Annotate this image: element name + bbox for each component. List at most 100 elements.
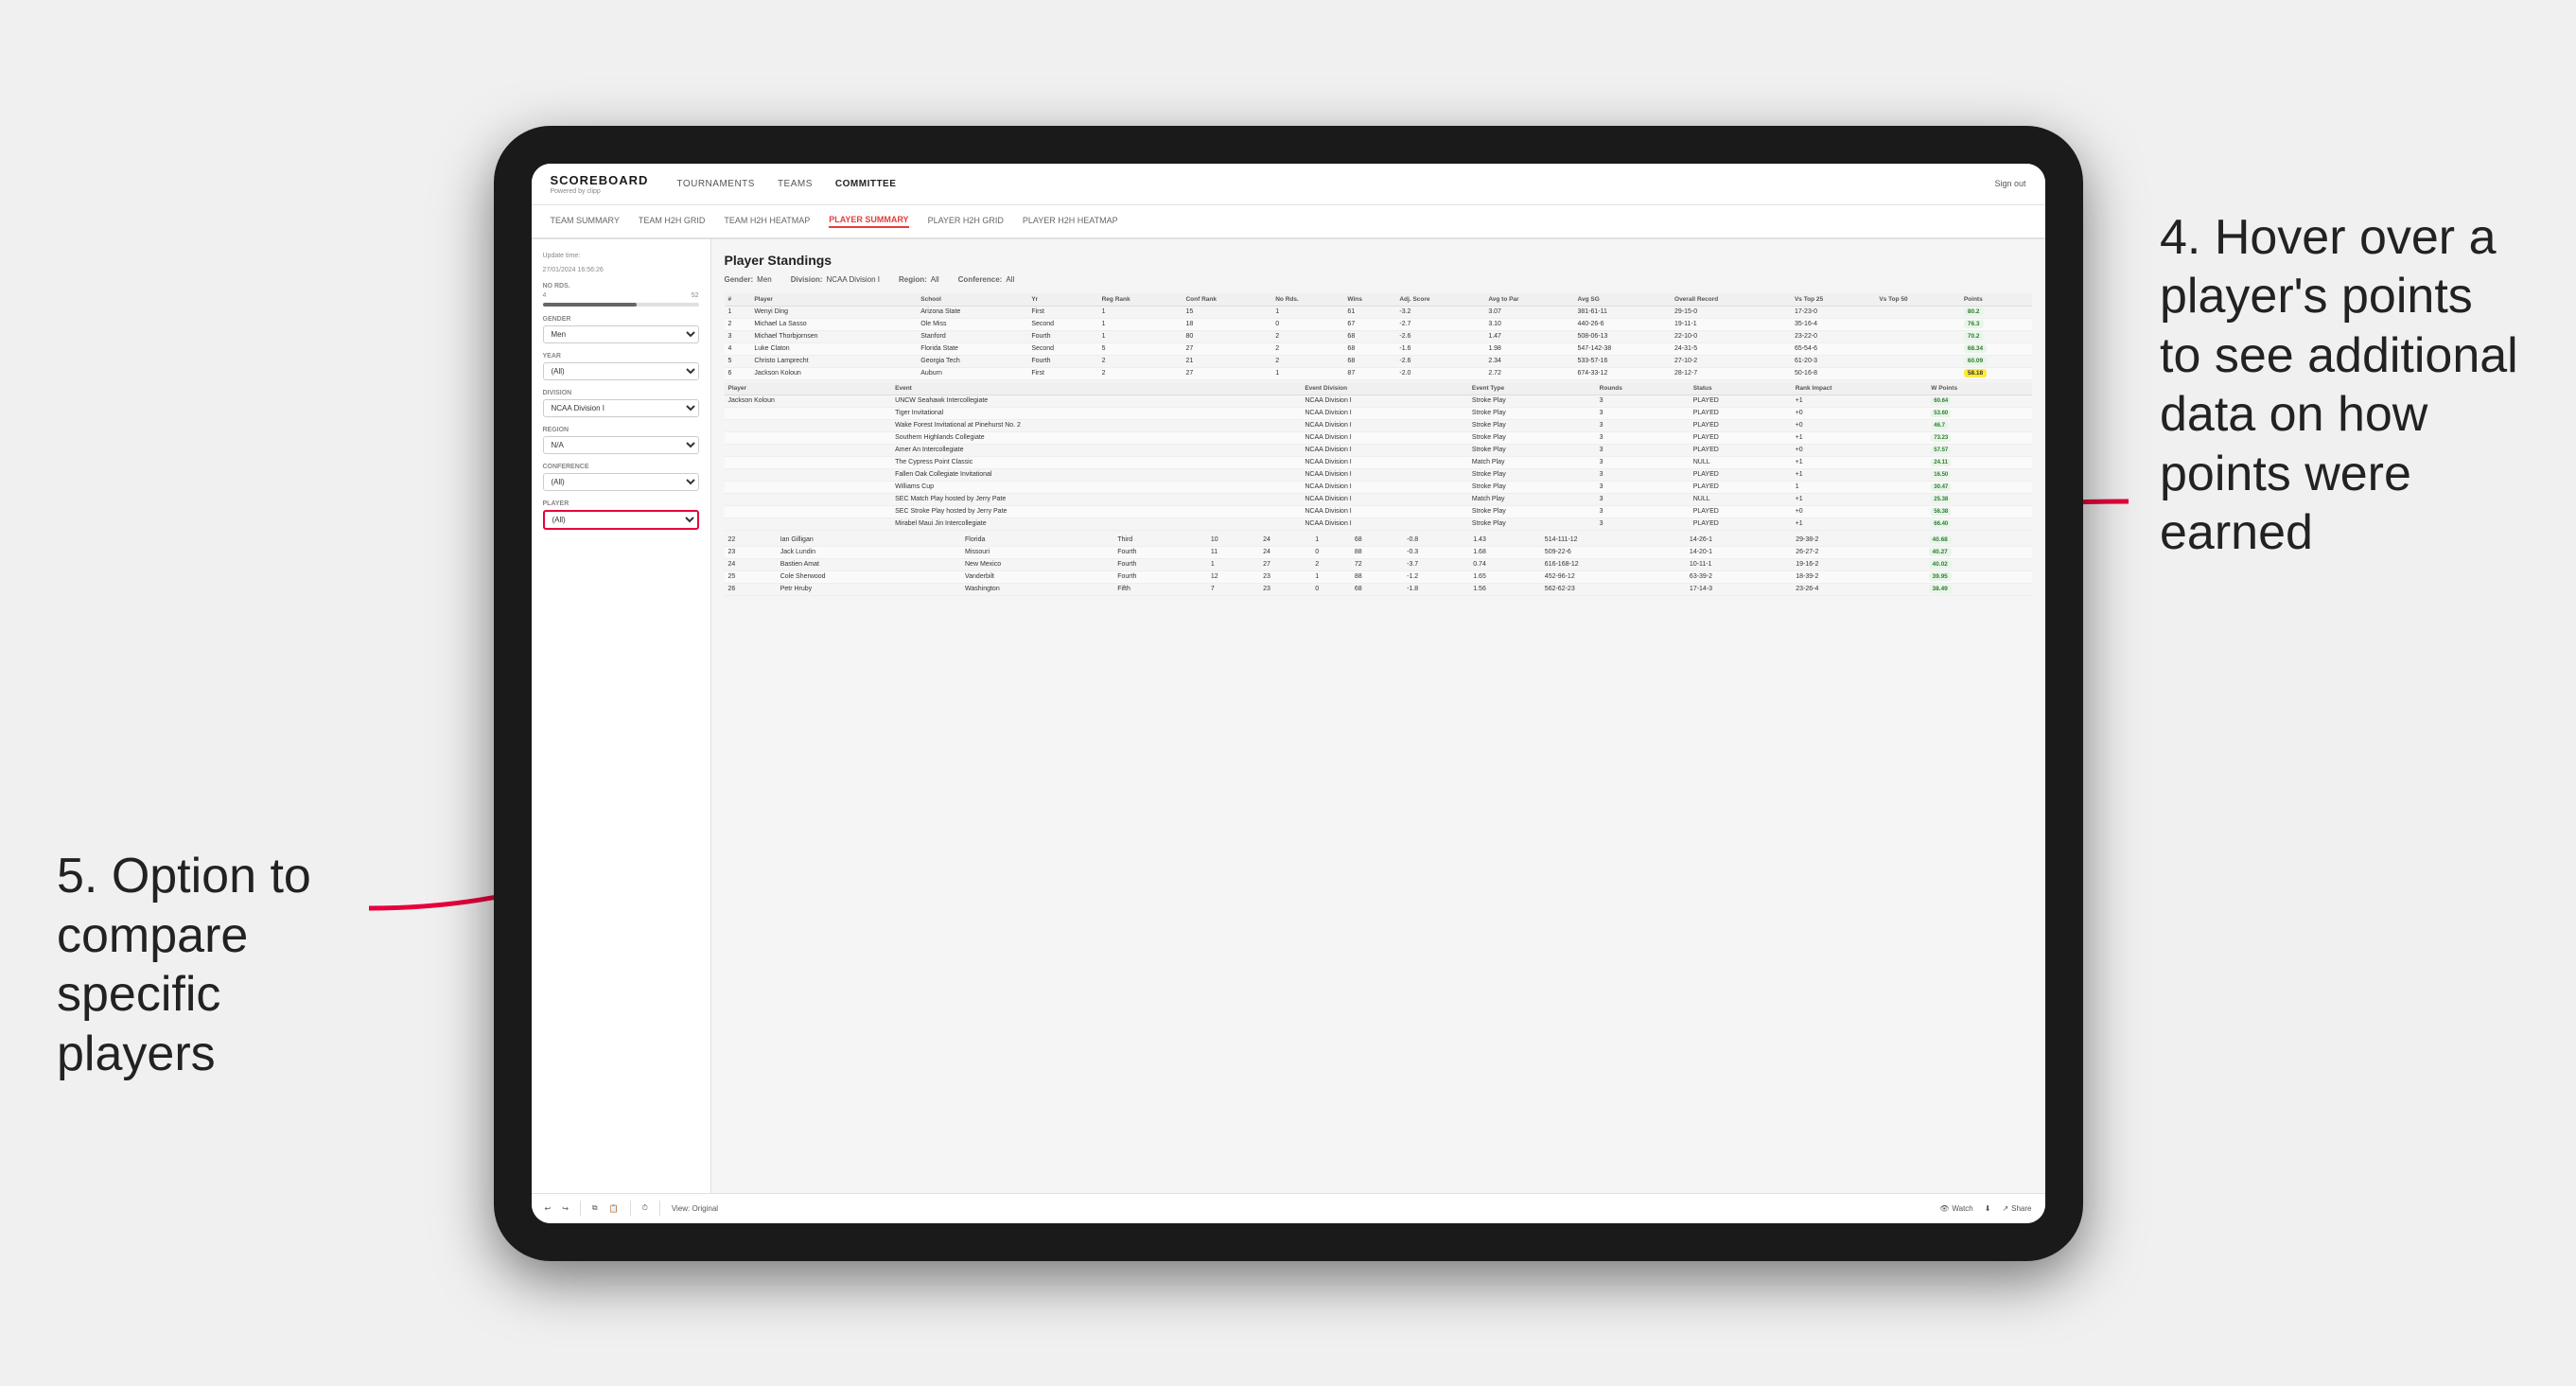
share-button[interactable]: ↗ Share: [2002, 1204, 2031, 1213]
subnav-team-h2h-heatmap[interactable]: TEAM H2H HEATMAP: [724, 216, 810, 227]
points-value[interactable]: 40.68: [1929, 535, 1952, 544]
hover-col-player: Player: [725, 382, 892, 395]
paste-button[interactable]: 📋: [609, 1204, 619, 1213]
gender-select[interactable]: Men: [543, 325, 699, 343]
logo-area: SCOREBOARD Powered by clipp: [551, 173, 649, 195]
nav-tournaments[interactable]: TOURNAMENTS: [676, 179, 755, 189]
table-row: 4 Luke Claton Florida State Second 5 27 …: [725, 342, 2032, 355]
points-value[interactable]: 76.3: [1964, 320, 1984, 328]
hover-row: Tiger Invitational NCAA Division I Strok…: [725, 407, 2032, 419]
region-select[interactable]: N/A: [543, 436, 699, 454]
filter-conference: Conference: All: [958, 275, 1015, 284]
main-content: Update time: 27/01/2024 16:56:26 No Rds.…: [532, 239, 2045, 1193]
nav-links: TOURNAMENTS TEAMS COMMITTEE: [676, 179, 1994, 189]
tablet-screen: SCOREBOARD Powered by clipp TOURNAMENTS …: [532, 164, 2045, 1223]
points-value[interactable]: 80.2: [1964, 307, 1984, 316]
subnav-player-h2h-heatmap[interactable]: PLAYER H2H HEATMAP: [1023, 216, 1118, 227]
col-wins: Wins: [1343, 293, 1395, 307]
table-row: 24 Bastien Amat New Mexico Fourth 1 27 2…: [725, 558, 2032, 570]
table-row: 3 Michael Thorbjornsen Stanford Fourth 1…: [725, 330, 2032, 342]
nav-committee[interactable]: COMMITTEE: [835, 179, 897, 189]
filter-conference-label: Conference:: [958, 275, 1003, 284]
points-value[interactable]: 40.02: [1929, 560, 1952, 569]
subnav-team-h2h-grid[interactable]: TEAM H2H GRID: [639, 216, 706, 227]
rounds-label: No Rds.: [543, 283, 699, 289]
sign-out-link[interactable]: Sign out: [1994, 179, 2025, 188]
hover-row: SEC Stroke Play hosted by Jerry Pate NCA…: [725, 505, 2032, 518]
download-button[interactable]: ⬇: [1985, 1204, 1991, 1213]
subnav-player-summary[interactable]: PLAYER SUMMARY: [829, 215, 908, 228]
annotation-right: 4. Hover over a player's points to see a…: [2160, 208, 2519, 562]
panel-title: Player Standings: [725, 253, 2032, 268]
col-player: Player: [750, 293, 917, 307]
copy-button[interactable]: ⧉: [592, 1203, 598, 1213]
table-row: 2 Michael La Sasso Ole Miss Second 1 18 …: [725, 318, 2032, 330]
hover-row: Southern Highlands Collegiate NCAA Divis…: [725, 431, 2032, 444]
hover-row: Wake Forest Invitational at Pinehurst No…: [725, 419, 2032, 431]
filter-row: Gender: Men Division: NCAA Division I Re…: [725, 275, 2032, 284]
filter-gender-label: Gender:: [725, 275, 754, 284]
view-original-button[interactable]: View: Original: [672, 1204, 718, 1213]
subnav-team-summary[interactable]: TEAM SUMMARY: [551, 216, 620, 227]
filter-gender: Gender: Men: [725, 275, 772, 284]
update-time-value: 27/01/2024 16:56:26: [543, 267, 699, 273]
hover-row: Fallen Oak Collegiate Invitational NCAA …: [725, 468, 2032, 481]
col-vs-top25: Vs Top 25: [1791, 293, 1875, 307]
player-select[interactable]: (All): [543, 510, 699, 530]
hover-row: SEC Match Play hosted by Jerry Pate NCAA…: [725, 493, 2032, 505]
hover-col-event: Event: [891, 382, 1301, 395]
division-select[interactable]: NCAA Division I: [543, 399, 699, 417]
subnav-player-h2h-grid[interactable]: PLAYER H2H GRID: [928, 216, 1004, 227]
filter-region: Region: All: [899, 275, 939, 284]
hover-row: The Cypress Point Classic NCAA Division …: [725, 456, 2032, 468]
col-reg-rank: Reg Rank: [1098, 293, 1183, 307]
points-value[interactable]: 70.2: [1964, 332, 1984, 341]
col-avg-sg: Avg SG: [1574, 293, 1672, 307]
filter-region-value: All: [931, 275, 939, 284]
year-select[interactable]: (All): [543, 362, 699, 380]
additional-rows-table: 22 Ian Gilligan Florida Third 10 24 1 68…: [725, 535, 2032, 596]
toolbar-separator-3: [659, 1201, 660, 1216]
hover-row: Amer An Intercollegiate NCAA Division I …: [725, 444, 2032, 456]
region-label: Region: [543, 427, 699, 433]
toolbar-separator-1: [580, 1201, 581, 1216]
nav-teams[interactable]: TEAMS: [778, 179, 813, 189]
hover-detail-table: Player Event Event Division Event Type R…: [725, 382, 2032, 531]
points-value-highlighted[interactable]: 58.18: [1964, 369, 1987, 377]
col-points: Points: [1960, 293, 2032, 307]
hover-col-rounds: Rounds: [1596, 382, 1690, 395]
gender-label: Gender: [543, 316, 699, 323]
rounds-slider[interactable]: [543, 303, 699, 307]
standings-table: # Player School Yr Reg Rank Conf Rank No…: [725, 293, 2032, 380]
rounds-max: 52: [692, 292, 699, 299]
update-time-label: Update time:: [543, 253, 699, 259]
undo-button[interactable]: ↩: [545, 1204, 552, 1213]
table-row: 1 Wenyi Ding Arizona State First 1 15 1 …: [725, 306, 2032, 318]
points-value[interactable]: 39.95: [1929, 572, 1952, 581]
redo-button[interactable]: ↪: [562, 1204, 569, 1213]
conference-select[interactable]: (All): [543, 473, 699, 491]
timer-button[interactable]: ⏱: [642, 1203, 648, 1213]
nav-right: Sign out: [1994, 179, 2025, 188]
points-value[interactable]: 38.49: [1929, 585, 1952, 593]
logo-text: SCOREBOARD: [551, 173, 649, 187]
col-vs-top50: Vs Top 50: [1875, 293, 1959, 307]
col-no-rds: No Rds.: [1271, 293, 1343, 307]
filter-conference-value: All: [1006, 275, 1014, 284]
hover-col-rank-impact: Rank Impact: [1792, 382, 1928, 395]
col-avg-to-par: Avg to Par: [1484, 293, 1573, 307]
points-value[interactable]: 68.34: [1964, 344, 1987, 353]
navbar: SCOREBOARD Powered by clipp TOURNAMENTS …: [532, 164, 2045, 205]
points-value[interactable]: 60.09: [1964, 357, 1987, 365]
table-row: 26 Petr Hruby Washington Fifth 7 23 0 68…: [725, 583, 2032, 595]
logo-sub: Powered by clipp: [551, 188, 649, 195]
bottom-toolbar: ↩ ↪ ⧉ 📋 ⏱ View: Original 👁 Watch ⬇ ↗ Sha…: [532, 1193, 2045, 1223]
tablet-device: SCOREBOARD Powered by clipp TOURNAMENTS …: [494, 126, 2083, 1261]
points-value[interactable]: 40.27: [1929, 548, 1952, 556]
watch-button[interactable]: 👁 Watch: [1939, 1204, 1973, 1213]
hover-col-event-type: Event Type: [1468, 382, 1596, 395]
hover-col-event-div: Event Division: [1301, 382, 1468, 395]
filter-region-label: Region:: [899, 275, 927, 284]
player-label: Player: [543, 500, 699, 507]
division-label: Division: [543, 390, 699, 396]
